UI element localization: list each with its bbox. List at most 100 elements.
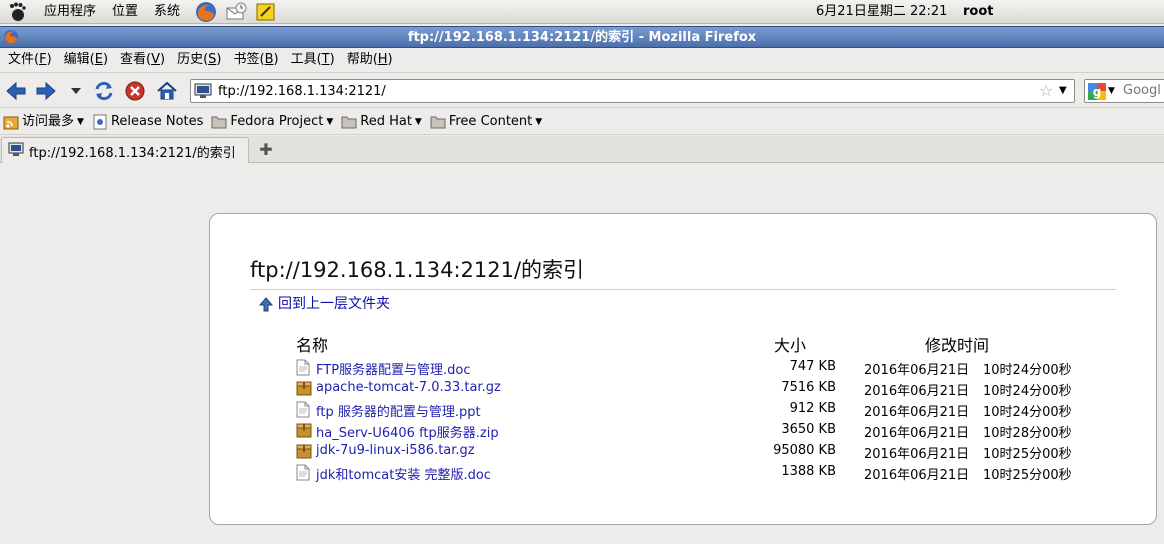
panel-menu-places[interactable]: 位置: [104, 0, 146, 24]
file-name-link[interactable]: jdk-7u9-linux-i586.tar.gz: [316, 443, 475, 458]
file-size: 747 KB: [789, 359, 836, 374]
site-identity-icon[interactable]: [194, 83, 212, 99]
file-row: apache-tomcat-7.0.33.tar.gz 7516 KB 2016年0…: [296, 378, 1096, 399]
bookmarks-toolbar: 访问最多 ▼ Release Notes Fedora Project ▼ Red …: [0, 109, 1164, 135]
stop-icon[interactable]: [123, 79, 147, 103]
menu-tools[interactable]: 工具(T): [285, 48, 341, 72]
bookmark-free-content[interactable]: Free Content ▼: [430, 111, 542, 133]
panel-menu-applications[interactable]: 应用程序: [36, 0, 104, 24]
back-arrow-icon[interactable]: [4, 79, 28, 103]
column-header-name[interactable]: 名称: [296, 332, 328, 356]
mail-launcher-icon[interactable]: [224, 1, 248, 23]
file-row: jdk和tomcat安装 完整版.doc 1388 KB 2016年06月21日 10…: [296, 462, 1096, 483]
rss-folder-icon: [3, 114, 19, 130]
file-time: 10时25分00秒: [983, 447, 1072, 462]
panel-clock[interactable]: 6月21日星期二 22:21: [816, 0, 947, 24]
file-name-link[interactable]: apache-tomcat-7.0.33.tar.gz: [316, 380, 501, 395]
document-file-icon: [296, 359, 312, 376]
file-time: 10时28分00秒: [983, 426, 1072, 441]
panel-menu-system[interactable]: 系统: [146, 0, 188, 24]
url-input[interactable]: [218, 82, 1018, 100]
chevron-down-icon: ▼: [414, 116, 422, 127]
history-dropdown-icon[interactable]: [64, 79, 88, 103]
forward-arrow-icon[interactable]: [34, 79, 58, 103]
file-name-link[interactable]: ftp 服务器的配置与管理.ppt: [316, 401, 481, 420]
file-time: 10时24分00秒: [983, 405, 1072, 420]
google-search-engine-icon[interactable]: g: [1088, 83, 1106, 100]
directory-listing-panel: ftp://192.168.1.134:2121/的索引 回到上一层文件夹 名称…: [209, 213, 1157, 525]
computer-icon: [8, 142, 24, 157]
panel-user[interactable]: root: [963, 0, 994, 24]
search-input[interactable]: [1123, 83, 1164, 98]
window-title: ftp://192.168.1.134:2121/的索引 - Mozilla F…: [407, 30, 757, 45]
file-date: 2016年06月21日: [864, 405, 970, 420]
tab-strip: ftp://192.168.1.134:2121/的索引 ✚: [0, 136, 1164, 163]
file-name-link[interactable]: ha_Serv-U6406 ftp服务器.zip: [316, 422, 499, 441]
file-size: 3650 KB: [781, 422, 836, 437]
column-header-size[interactable]: 大小: [774, 332, 806, 356]
menu-file[interactable]: 文件(F): [2, 48, 58, 72]
file-row: FTP服务器配置与管理.doc 747 KB 2016年06月21日 10时24分00…: [296, 357, 1096, 378]
file-time: 10时25分00秒: [983, 468, 1072, 483]
title-divider: [250, 289, 1116, 290]
firefox-launcher-icon[interactable]: [194, 1, 218, 23]
menu-view[interactable]: 查看(V): [114, 48, 171, 72]
archive-file-icon: [296, 380, 312, 397]
svg-text:g: g: [1093, 85, 1102, 99]
chevron-down-icon: ▼: [77, 116, 84, 127]
url-dropdown-icon[interactable]: ▼: [1059, 81, 1067, 101]
file-row: ha_Serv-U6406 ftp服务器.zip 3650 KB 2016年06月2…: [296, 420, 1096, 441]
file-size: 7516 KB: [781, 380, 836, 395]
file-time: 10时24分00秒: [983, 363, 1072, 378]
new-tab-plus-icon[interactable]: ✚: [255, 139, 277, 159]
up-arrow-icon: [258, 296, 274, 312]
chevron-down-icon: ▼: [535, 116, 543, 127]
bookmark-star-icon[interactable]: ☆: [1039, 81, 1053, 100]
gnome-foot-icon[interactable]: [6, 1, 28, 23]
file-size: 912 KB: [789, 401, 836, 416]
archive-file-icon: [296, 422, 312, 439]
notes-launcher-icon[interactable]: [254, 1, 278, 23]
document-file-icon: [296, 401, 312, 418]
file-name-link[interactable]: FTP服务器配置与管理.doc: [316, 359, 471, 378]
menu-history[interactable]: 历史(S): [171, 48, 227, 72]
menu-bookmarks[interactable]: 书签(B): [228, 48, 285, 72]
bookmark-release-notes[interactable]: Release Notes: [92, 111, 203, 133]
search-box[interactable]: g ▼: [1084, 79, 1164, 103]
folder-icon: [341, 114, 357, 130]
parent-directory-link[interactable]: 回到上一层文件夹: [258, 294, 390, 314]
folder-icon: [430, 114, 446, 130]
navigation-toolbar: ☆ ▼ g ▼: [0, 72, 1164, 108]
page-title: ftp://192.168.1.134:2121/的索引: [250, 258, 585, 282]
tab-ftp-index[interactable]: ftp://192.168.1.134:2121/的索引: [1, 137, 249, 163]
bookmark-fedora-project[interactable]: Fedora Project ▼: [211, 111, 333, 133]
file-row: ftp 服务器的配置与管理.ppt 912 KB 2016年06月21日 10时24分…: [296, 399, 1096, 420]
file-row: jdk-7u9-linux-i586.tar.gz 95080 KB 2016年06…: [296, 441, 1096, 462]
menu-help[interactable]: 帮助(H): [341, 48, 399, 72]
bookmark-red-hat[interactable]: Red Hat ▼: [341, 111, 422, 133]
home-icon[interactable]: [155, 79, 179, 103]
folder-icon: [211, 114, 227, 130]
file-name-link[interactable]: jdk和tomcat安装 完整版.doc: [316, 464, 491, 483]
firefox-window-icon[interactable]: [3, 29, 19, 45]
search-engine-dropdown-icon[interactable]: ▼: [1108, 82, 1115, 100]
document-file-icon: [296, 464, 312, 481]
gnome-top-panel: 应用程序 位置 系统 6月21日星期二 22:21 root: [0, 0, 1164, 24]
menu-bar: 文件(F) 编辑(E) 查看(V) 历史(S) 书签(B) 工具(T) 帮助(H…: [0, 48, 1164, 72]
menu-edit[interactable]: 编辑(E): [58, 48, 114, 72]
reload-icon[interactable]: [92, 79, 116, 103]
file-size: 1388 KB: [781, 464, 836, 479]
file-date: 2016年06月21日: [864, 447, 970, 462]
file-date: 2016年06月21日: [864, 384, 970, 399]
page-content: ftp://192.168.1.134:2121/的索引 回到上一层文件夹 名称…: [0, 163, 1164, 544]
column-header-modified[interactable]: 修改时间: [925, 332, 989, 356]
bookmark-most-visited[interactable]: 访问最多 ▼: [3, 111, 84, 133]
file-date: 2016年06月21日: [864, 363, 970, 378]
file-time: 10时24分00秒: [983, 384, 1072, 399]
file-date: 2016年06月21日: [864, 468, 970, 483]
file-date: 2016年06月21日: [864, 426, 970, 441]
file-size: 95080 KB: [773, 443, 836, 458]
url-bar[interactable]: ☆ ▼: [190, 79, 1075, 103]
window-titlebar[interactable]: ftp://192.168.1.134:2121/的索引 - Mozilla F…: [0, 26, 1164, 48]
chevron-down-icon: ▼: [326, 116, 334, 127]
